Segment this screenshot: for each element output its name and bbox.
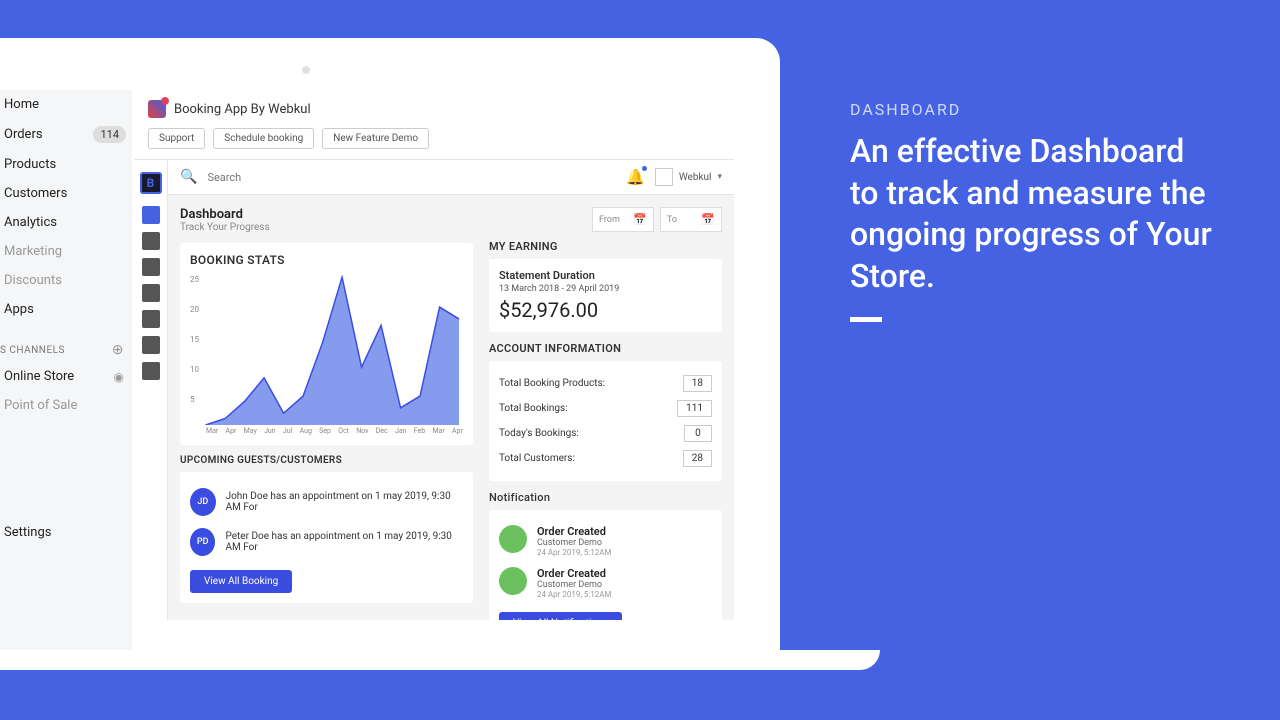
view-all-booking-button[interactable]: View All Booking bbox=[190, 570, 292, 593]
notification-time: 24 Apr 2019, 5:12AM bbox=[537, 590, 612, 599]
calendar-icon: 📅 bbox=[701, 213, 715, 226]
dashboard-subtitle: Track Your Progress bbox=[180, 222, 270, 233]
date-from-input[interactable]: From📅 bbox=[592, 207, 654, 232]
device-base bbox=[0, 650, 880, 670]
notifications-card: Order Created Customer Demo 24 Apr 2019,… bbox=[489, 510, 722, 620]
notification-row: Order Created Customer Demo 24 Apr 2019,… bbox=[499, 562, 712, 604]
nav-analytics[interactable]: Analytics bbox=[0, 208, 132, 237]
notification-title: Notification bbox=[489, 491, 722, 504]
orders-badge: 114 bbox=[93, 126, 126, 143]
guest-avatar: JD bbox=[190, 488, 216, 516]
account-info-card: Total Booking Products:18 Total Bookings… bbox=[489, 361, 722, 481]
bell-icon[interactable]: 🔔 bbox=[626, 168, 645, 186]
nav-pos[interactable]: Point of Sale bbox=[0, 391, 132, 420]
info-row: Today's Bookings:0 bbox=[499, 421, 712, 446]
nav-home[interactable]: Home bbox=[0, 90, 132, 119]
app-header: Booking App By Webkul Support Schedule b… bbox=[134, 90, 734, 160]
guest-text: Peter Doe has an appointment on 1 may 20… bbox=[225, 531, 462, 553]
guest-row: PD Peter Doe has an appointment on 1 may… bbox=[190, 522, 463, 562]
user-avatar bbox=[655, 168, 673, 186]
upcoming-guests-card: JD John Doe has an appointment on 1 may … bbox=[180, 472, 473, 603]
calendar-icon: 📅 bbox=[633, 213, 647, 226]
nav-marketing[interactable]: Marketing bbox=[0, 237, 132, 266]
dashboard-title: Dashboard bbox=[180, 207, 270, 222]
rail-list-icon[interactable] bbox=[142, 258, 160, 276]
nav-products[interactable]: Products bbox=[0, 150, 132, 179]
info-row: Total Booking Products:18 bbox=[499, 371, 712, 396]
notification-status-icon bbox=[499, 567, 527, 595]
rail-settings-icon[interactable] bbox=[142, 336, 160, 354]
notification-subtitle: Customer Demo bbox=[537, 538, 612, 548]
chart-x-axis: MarAprMayJunJulAugSepOctNovDecJanFebMarA… bbox=[190, 427, 463, 435]
notification-title-text: Order Created bbox=[537, 567, 612, 580]
app-topbar: 🔍 🔔 Webkul ▾ bbox=[168, 160, 734, 195]
support-button[interactable]: Support bbox=[148, 128, 205, 149]
nav-orders[interactable]: Orders114 bbox=[0, 119, 132, 150]
earning-amount: $52,976.00 bbox=[499, 298, 712, 322]
rail-users-icon[interactable] bbox=[142, 310, 160, 328]
my-earning-title: MY EARNING bbox=[489, 240, 722, 253]
earning-card: Statement Duration 13 March 2018 - 29 Ap… bbox=[489, 259, 722, 332]
rail-misc-icon[interactable] bbox=[142, 362, 160, 380]
notification-status-icon bbox=[499, 525, 527, 553]
promo-headline: An effective Dashboard to track and meas… bbox=[850, 131, 1220, 297]
user-name: Webkul bbox=[679, 172, 712, 183]
guest-row: JD John Doe has an appointment on 1 may … bbox=[190, 482, 463, 522]
search-icon[interactable]: 🔍 bbox=[180, 169, 197, 185]
date-to-input[interactable]: To📅 bbox=[660, 207, 722, 232]
booking-stats-chart: 25 20 15 10 5 bbox=[190, 275, 463, 425]
notification-subtitle: Customer Demo bbox=[537, 580, 612, 590]
app-icon-rail: B bbox=[134, 160, 168, 620]
statement-label: Statement Duration bbox=[499, 269, 712, 282]
chevron-down-icon: ▾ bbox=[717, 172, 722, 182]
user-menu[interactable]: Webkul ▾ bbox=[655, 168, 722, 186]
info-row: Total Customers:28 bbox=[499, 446, 712, 471]
notification-time: 24 Apr 2019, 5:12AM bbox=[537, 548, 612, 557]
nav-discounts[interactable]: Discounts bbox=[0, 266, 132, 295]
nav-customers[interactable]: Customers bbox=[0, 179, 132, 208]
notification-row: Order Created Customer Demo 24 Apr 2019,… bbox=[499, 520, 712, 562]
guest-avatar: PD bbox=[190, 528, 215, 556]
rail-logo-icon[interactable]: B bbox=[140, 172, 162, 194]
nav-settings[interactable]: Settings bbox=[4, 525, 51, 540]
booking-stats-title: BOOKING STATS bbox=[190, 253, 463, 267]
view-all-notifications-button[interactable]: View All Notifications bbox=[499, 612, 622, 620]
rail-calendar-icon[interactable] bbox=[142, 232, 160, 250]
account-info-title: ACCOUNT INFORMATION bbox=[489, 342, 722, 355]
notification-title-text: Order Created bbox=[537, 525, 612, 538]
info-row: Total Bookings:111 bbox=[499, 396, 712, 421]
search-input[interactable] bbox=[207, 171, 616, 184]
app-title: Booking App By Webkul bbox=[174, 102, 311, 117]
guest-text: John Doe has an appointment on 1 may 201… bbox=[226, 491, 463, 513]
rail-grid-icon[interactable] bbox=[142, 284, 160, 302]
new-feature-demo-button[interactable]: New Feature Demo bbox=[322, 128, 429, 149]
booking-stats-card: BOOKING STATS 25 20 15 10 5 bbox=[180, 243, 473, 445]
app-embed: Booking App By Webkul Support Schedule b… bbox=[134, 90, 734, 620]
add-channel-icon[interactable]: ⊕ bbox=[112, 342, 124, 358]
shopify-sidebar: Home Orders114 Products Customers Analyt… bbox=[0, 90, 132, 650]
nav-online-store[interactable]: Online Store◉ bbox=[0, 362, 132, 391]
nav-apps[interactable]: Apps bbox=[0, 295, 132, 324]
nav-channels-header: S CHANNELS⊕ bbox=[0, 324, 132, 362]
app-logo-icon bbox=[148, 100, 166, 118]
device-camera bbox=[302, 66, 310, 74]
rail-dashboard-icon[interactable] bbox=[142, 206, 160, 224]
promo-panel: DASHBOARD An effective Dashboard to trac… bbox=[850, 100, 1220, 322]
eye-icon[interactable]: ◉ bbox=[114, 370, 124, 384]
schedule-booking-button[interactable]: Schedule booking bbox=[213, 128, 314, 149]
upcoming-title: UPCOMING GUESTS/CUSTOMERS bbox=[180, 455, 473, 466]
statement-range: 13 March 2018 - 29 April 2019 bbox=[499, 284, 712, 294]
promo-divider bbox=[850, 317, 882, 322]
promo-eyebrow: DASHBOARD bbox=[850, 100, 1220, 119]
